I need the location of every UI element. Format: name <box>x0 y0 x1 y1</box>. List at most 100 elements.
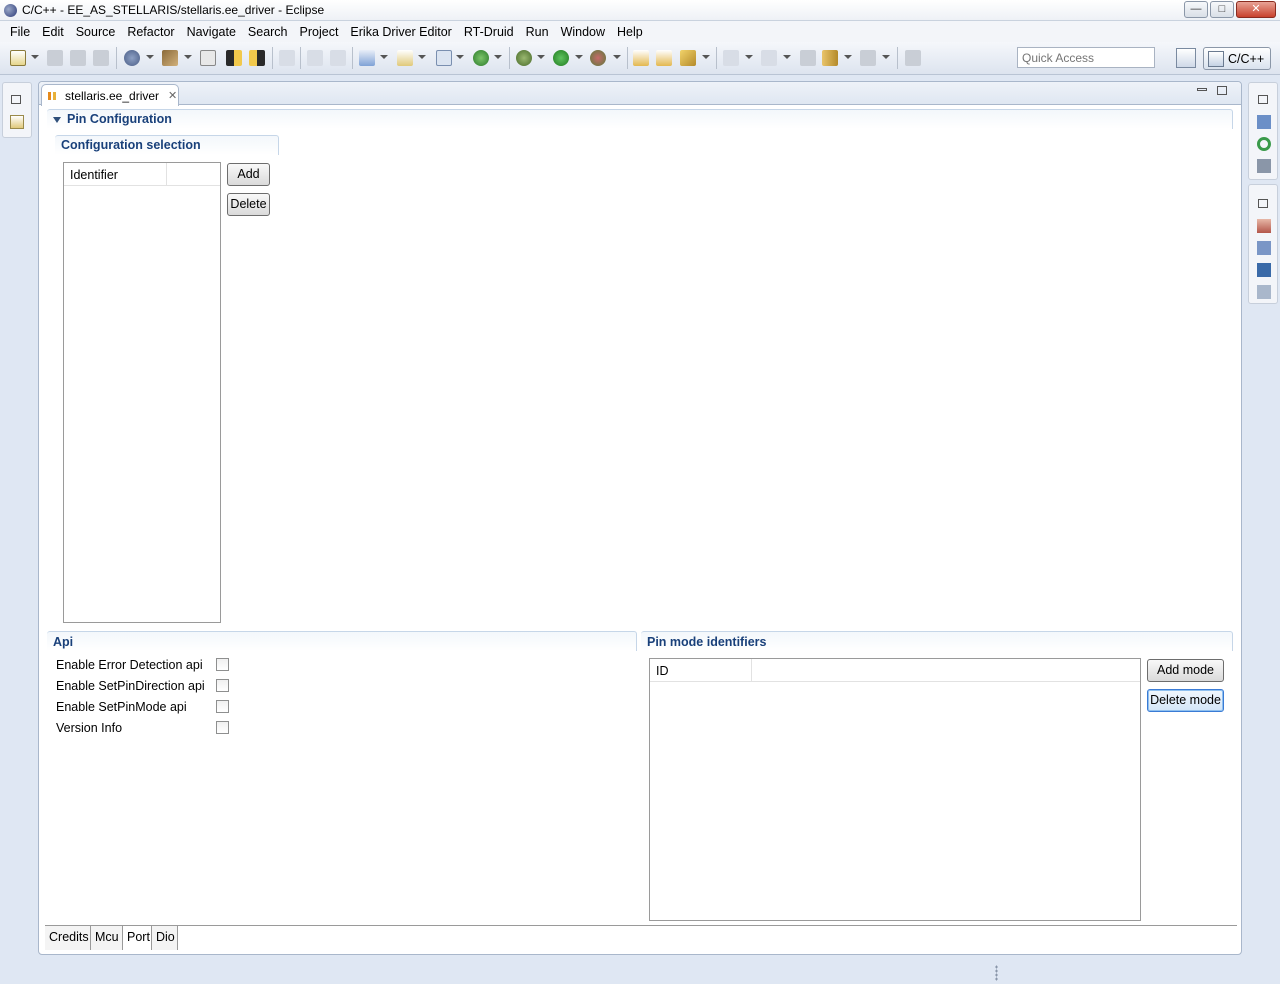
toggle-dark-icon[interactable] <box>226 50 242 66</box>
pen-icon[interactable] <box>279 50 295 66</box>
open-element-icon[interactable] <box>656 50 672 66</box>
new-icon[interactable] <box>10 50 26 66</box>
editor-tab-label: stellaris.ee_driver <box>65 88 160 103</box>
forward-icon[interactable] <box>860 50 876 66</box>
minimize-editor-icon[interactable] <box>1197 88 1207 91</box>
new-source-dropdown-icon[interactable] <box>456 55 464 59</box>
tab-dio[interactable]: Dio <box>152 926 178 950</box>
save-all-icon[interactable] <box>70 50 86 66</box>
perspective-cpp-button[interactable]: C/C++ <box>1203 47 1271 70</box>
back-icon[interactable] <box>822 50 838 66</box>
outline-icon[interactable] <box>1257 115 1271 129</box>
delete-mode-button[interactable]: Delete mode <box>1147 689 1224 712</box>
status-bar-grip[interactable] <box>995 965 998 981</box>
add-mode-button[interactable]: Add mode <box>1147 659 1224 682</box>
new-folder-dropdown-icon[interactable] <box>418 55 426 59</box>
restore-icon[interactable] <box>1258 95 1268 104</box>
maximize-button[interactable]: □ <box>1210 1 1234 18</box>
tab-credits[interactable]: Credits <box>45 926 91 950</box>
close-tab-icon[interactable]: ✕ <box>168 89 177 102</box>
new-class-dropdown-icon[interactable] <box>494 55 502 59</box>
back-dropdown-icon[interactable] <box>844 55 852 59</box>
add-configuration-button[interactable]: Add <box>227 163 270 186</box>
delete-configuration-button[interactable]: Delete <box>227 193 270 216</box>
new-dropdown-icon[interactable] <box>31 55 39 59</box>
build-dropdown-icon[interactable] <box>184 55 192 59</box>
new-folder-icon[interactable] <box>397 50 413 66</box>
restore-icon[interactable] <box>11 95 21 104</box>
toggle-light-icon[interactable] <box>249 50 265 66</box>
search-icon[interactable] <box>680 50 696 66</box>
hammer-build-icon[interactable] <box>162 50 178 66</box>
menu-search[interactable]: Search <box>242 25 294 39</box>
maximize-editor-icon[interactable] <box>1217 86 1227 95</box>
menu-refactor[interactable]: Refactor <box>121 25 180 39</box>
save-icon[interactable] <box>47 50 63 66</box>
menu-source[interactable]: Source <box>70 25 122 39</box>
menu-project[interactable]: Project <box>294 25 345 39</box>
quick-access-input[interactable] <box>1017 47 1155 68</box>
run-dropdown-icon[interactable] <box>575 55 583 59</box>
identifier-table[interactable]: Identifier <box>63 162 221 623</box>
pin-mode-identifiers-title: Pin mode identifiers <box>647 635 767 649</box>
version-info-checkbox[interactable] <box>216 721 229 734</box>
set-pin-direction-checkbox[interactable] <box>216 679 229 692</box>
pin-configuration-toggle[interactable]: Pin Configuration <box>53 112 172 126</box>
toolbar-separator <box>300 47 301 69</box>
tab-port[interactable]: Port <box>123 926 152 950</box>
debug-dropdown-icon[interactable] <box>537 55 545 59</box>
last-edit-icon[interactable] <box>800 50 816 66</box>
cpp-perspective-icon <box>1208 50 1224 67</box>
build-settings-dropdown-icon[interactable] <box>146 55 154 59</box>
new-project-icon[interactable] <box>359 50 375 66</box>
previous-annotation-dropdown-icon[interactable] <box>783 55 791 59</box>
next-annotation-icon[interactable] <box>723 50 739 66</box>
project-explorer-icon[interactable] <box>10 115 24 129</box>
menu-help[interactable]: Help <box>611 25 649 39</box>
run-icon[interactable] <box>553 50 569 66</box>
close-window-button[interactable]: ✕ <box>1236 1 1276 18</box>
make-target-icon[interactable] <box>1257 137 1271 151</box>
tab-mcu[interactable]: Mcu <box>91 926 123 950</box>
external-tools-dropdown-icon[interactable] <box>613 55 621 59</box>
new-project-dropdown-icon[interactable] <box>380 55 388 59</box>
paragraph-icon[interactable] <box>330 50 346 66</box>
menu-window[interactable]: Window <box>555 25 611 39</box>
search-dropdown-icon[interactable] <box>702 55 710 59</box>
toolbar-separator <box>116 47 117 69</box>
document-icon[interactable] <box>307 50 323 66</box>
console-icon[interactable] <box>1257 263 1271 277</box>
pin-mode-id-table[interactable]: ID <box>649 658 1141 921</box>
id-column-header[interactable]: ID <box>650 659 752 682</box>
menu-run[interactable]: Run <box>520 25 555 39</box>
tasks-icon[interactable] <box>1257 159 1271 173</box>
empty-column-header <box>752 659 1140 682</box>
open-perspective-icon[interactable] <box>1176 48 1196 68</box>
new-source-icon[interactable] <box>436 50 452 66</box>
properties-icon[interactable] <box>1257 285 1271 299</box>
set-pin-mode-checkbox[interactable] <box>216 700 229 713</box>
debug-icon[interactable] <box>516 50 532 66</box>
pin-editor-icon[interactable] <box>905 50 921 66</box>
problems-icon[interactable] <box>1257 219 1271 233</box>
menu-rt-druid[interactable]: RT-Druid <box>458 25 520 39</box>
restore-icon[interactable] <box>1258 199 1268 208</box>
forward-dropdown-icon[interactable] <box>882 55 890 59</box>
editor-tab-stellaris-ee-driver[interactable]: stellaris.ee_driver ✕ <box>41 84 179 106</box>
binary-icon[interactable] <box>200 50 216 66</box>
menu-navigate[interactable]: Navigate <box>181 25 242 39</box>
previous-annotation-icon[interactable] <box>761 50 777 66</box>
menu-file[interactable]: File <box>4 25 36 39</box>
open-type-icon[interactable] <box>633 50 649 66</box>
minimize-button[interactable]: — <box>1184 1 1208 18</box>
new-class-icon[interactable] <box>473 50 489 66</box>
menu-erika-driver-editor[interactable]: Erika Driver Editor <box>344 25 457 39</box>
next-annotation-dropdown-icon[interactable] <box>745 55 753 59</box>
identifier-column-header[interactable]: Identifier <box>64 163 167 186</box>
menu-edit[interactable]: Edit <box>36 25 70 39</box>
error-detection-checkbox[interactable] <box>216 658 229 671</box>
build-settings-icon[interactable] <box>124 50 140 66</box>
external-tools-icon[interactable] <box>590 50 606 66</box>
tasks-list-icon[interactable] <box>1257 241 1271 255</box>
print-icon[interactable] <box>93 50 109 66</box>
